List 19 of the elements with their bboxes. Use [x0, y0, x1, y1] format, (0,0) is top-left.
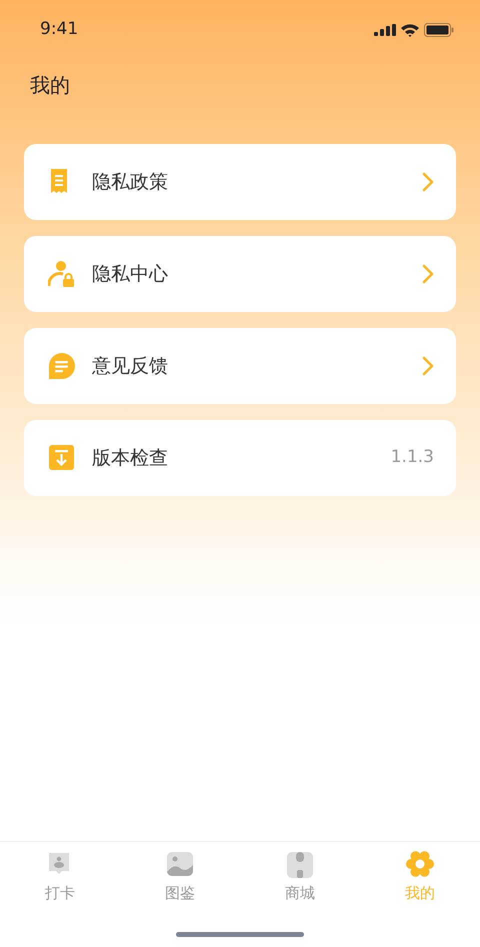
version-number: 1.1.3	[390, 446, 434, 470]
home-indicator[interactable]	[176, 932, 304, 937]
menu-item[interactable]: 隐私政策	[24, 144, 456, 220]
chevron-right-icon	[422, 172, 434, 192]
battery-icon	[424, 23, 454, 37]
status-time: 9:41	[40, 18, 78, 42]
download-icon	[48, 444, 76, 472]
menu-item[interactable]: 隐私中心	[24, 236, 456, 312]
menu-item[interactable]: 版本检查 1.1.3	[24, 420, 456, 496]
shop-icon	[286, 850, 314, 878]
user-lock-icon	[48, 260, 76, 288]
menu-item[interactable]: 意见反馈	[24, 328, 456, 404]
wifi-icon	[400, 23, 420, 37]
chevron-right-icon	[422, 356, 434, 376]
image-icon	[166, 850, 194, 878]
signal-icon	[374, 24, 396, 36]
chevron-right-icon	[422, 264, 434, 284]
page-title: 我的	[30, 73, 70, 97]
chat-bubble-icon	[48, 352, 76, 380]
